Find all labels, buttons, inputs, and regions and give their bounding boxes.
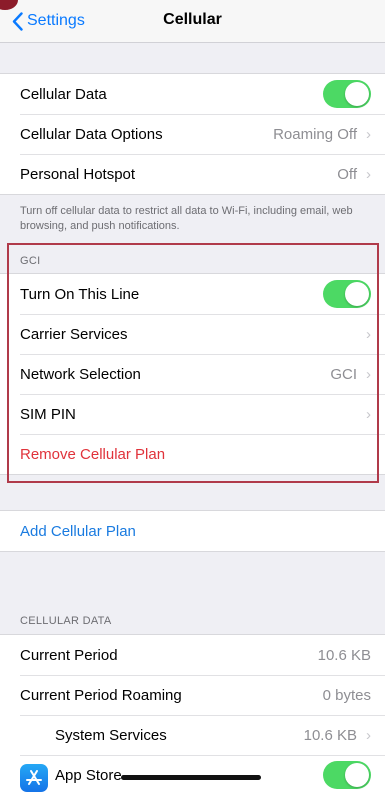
add-cellular-plan-label: Add Cellular Plan — [20, 522, 136, 540]
current-period-roaming-label: Current Period Roaming — [20, 686, 182, 704]
current-period-roaming-value: 0 bytes — [322, 686, 371, 704]
cellular-data-toggle[interactable] — [323, 80, 371, 108]
current-period-row: Current Period 10.6 KB — [0, 635, 385, 675]
chevron-right-icon: › — [366, 125, 371, 143]
system-services-value: 10.6 KB — [303, 726, 357, 744]
personal-hotspot-value: Off — [337, 165, 357, 183]
cellular-settings-group: Cellular Data Cellular Data Options Roam… — [0, 73, 385, 195]
current-period-value: 10.6 KB — [317, 646, 371, 664]
navigation-bar: Settings Cellular — [0, 0, 385, 43]
turn-on-line-label: Turn On This Line — [20, 285, 140, 303]
network-selection-row[interactable]: Network Selection GCI › — [0, 354, 385, 394]
cellular-data-row: Cellular Data — [0, 74, 385, 114]
turn-on-line-toggle[interactable] — [323, 280, 371, 308]
app-store-glyph-icon — [26, 770, 42, 785]
chevron-right-icon: › — [366, 165, 371, 183]
page-title: Cellular — [163, 11, 222, 28]
cellular-data-section-header: CELLULAR DATA — [20, 615, 112, 627]
network-selection-label: Network Selection — [20, 365, 141, 383]
remove-cellular-plan-row[interactable]: Remove Cellular Plan — [0, 434, 385, 474]
cellular-usage-group: Current Period 10.6 KB Current Period Ro… — [0, 634, 385, 795]
chevron-right-icon: › — [366, 325, 371, 343]
sim-pin-label: SIM PIN — [20, 405, 76, 423]
chevron-right-icon: › — [366, 365, 371, 383]
chevron-right-icon: › — [366, 405, 371, 423]
network-selection-value: GCI — [330, 365, 357, 383]
cellular-data-options-value: Roaming Off — [273, 125, 357, 143]
add-cellular-plan-button[interactable]: Add Cellular Plan — [0, 511, 385, 551]
personal-hotspot-row[interactable]: Personal Hotspot Off › — [0, 154, 385, 194]
app-store-icon — [20, 764, 48, 792]
carrier-services-row[interactable]: Carrier Services › — [0, 314, 385, 354]
current-period-label: Current Period — [20, 646, 118, 664]
sim-pin-row[interactable]: SIM PIN › — [0, 394, 385, 434]
system-services-row[interactable]: System Services 10.6 KB › — [0, 715, 385, 755]
cellular-data-footer-note: Turn off cellular data to restrict all d… — [20, 205, 353, 232]
home-indicator[interactable] — [121, 775, 261, 780]
cellular-data-options-row[interactable]: Cellular Data Options Roaming Off › — [0, 114, 385, 154]
cellular-data-options-label: Cellular Data Options — [20, 125, 163, 143]
carrier-services-label: Carrier Services — [20, 325, 128, 343]
current-period-roaming-row: Current Period Roaming 0 bytes — [0, 675, 385, 715]
system-services-label: System Services — [55, 726, 167, 744]
cellular-data-label: Cellular Data — [20, 85, 107, 103]
add-plan-group: Add Cellular Plan — [0, 510, 385, 552]
personal-hotspot-label: Personal Hotspot — [20, 165, 136, 183]
gci-plan-group: Turn On This Line Carrier Services › Net… — [0, 273, 385, 475]
chevron-right-icon: › — [366, 726, 371, 744]
gci-section-header: GCI — [20, 255, 41, 267]
turn-on-line-row: Turn On This Line — [0, 274, 385, 314]
app-store-toggle[interactable] — [323, 761, 371, 789]
remove-cellular-plan-label: Remove Cellular Plan — [20, 445, 166, 463]
